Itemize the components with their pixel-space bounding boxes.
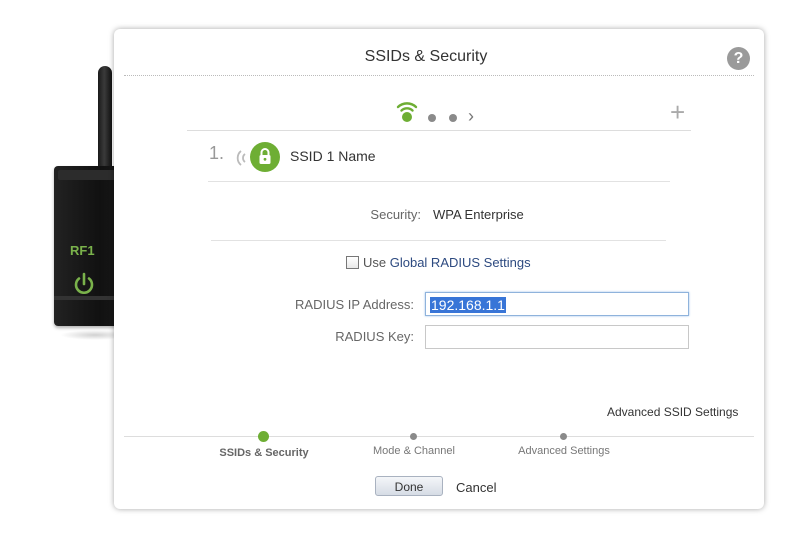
rf-label: RF1: [70, 243, 95, 258]
ssid-pager: ›: [394, 99, 514, 127]
step-label-mode-channel[interactable]: Mode & Channel: [344, 445, 484, 457]
ssid-page-dot[interactable]: [428, 114, 436, 122]
global-radius-link[interactable]: Global RADIUS Settings: [390, 255, 531, 270]
step-label-advanced-settings[interactable]: Advanced Settings: [494, 445, 634, 457]
security-label: Security:: [370, 207, 421, 222]
steps-line: [124, 436, 754, 437]
radius-ip-value: 192.168.1.1: [430, 297, 506, 313]
ssid-security-dialog: SSIDs & Security ? › + 1. SSID 1 Name Se…: [114, 29, 764, 509]
security-divider: [211, 240, 666, 241]
ssid-row: 1. SSID 1 Name: [209, 141, 669, 179]
antenna: [98, 66, 112, 176]
ssid-name[interactable]: SSID 1 Name: [290, 148, 376, 164]
radius-ip-label: RADIUS IP Address:: [295, 297, 414, 312]
global-radius-checkbox[interactable]: [346, 256, 359, 269]
step-dot[interactable]: [410, 433, 417, 440]
step-dot-active[interactable]: [258, 431, 269, 442]
global-radius-prefix: Use: [363, 255, 390, 270]
lock-icon: [250, 142, 280, 172]
done-button[interactable]: Done: [375, 476, 443, 496]
radius-ip-input[interactable]: 192.168.1.1: [425, 292, 689, 316]
ssid-page-dot[interactable]: [449, 114, 457, 122]
chevron-right-icon[interactable]: ›: [468, 106, 474, 127]
radius-key-label: RADIUS Key:: [335, 329, 414, 344]
global-radius-label[interactable]: Use Global RADIUS Settings: [363, 255, 531, 270]
power-icon: [74, 272, 94, 294]
step-dot[interactable]: [560, 433, 567, 440]
cancel-button[interactable]: Cancel: [456, 480, 496, 495]
title-divider: [124, 75, 754, 76]
ssid-index: 1.: [209, 143, 225, 163]
help-icon[interactable]: ?: [727, 47, 750, 70]
wifi-active-icon[interactable]: [396, 99, 418, 123]
security-value[interactable]: WPA Enterprise: [433, 207, 524, 222]
nav-divider: [187, 130, 691, 131]
device-top: [58, 170, 122, 180]
ssid-divider: [208, 181, 670, 182]
step-label-ssids-security[interactable]: SSIDs & Security: [194, 447, 334, 459]
advanced-ssid-settings-link[interactable]: Advanced SSID Settings: [607, 405, 738, 419]
add-ssid-button[interactable]: +: [670, 97, 685, 128]
radius-key-input[interactable]: [425, 325, 689, 349]
dialog-title: SSIDs & Security: [364, 48, 488, 65]
signal-waves-icon: [236, 150, 246, 166]
